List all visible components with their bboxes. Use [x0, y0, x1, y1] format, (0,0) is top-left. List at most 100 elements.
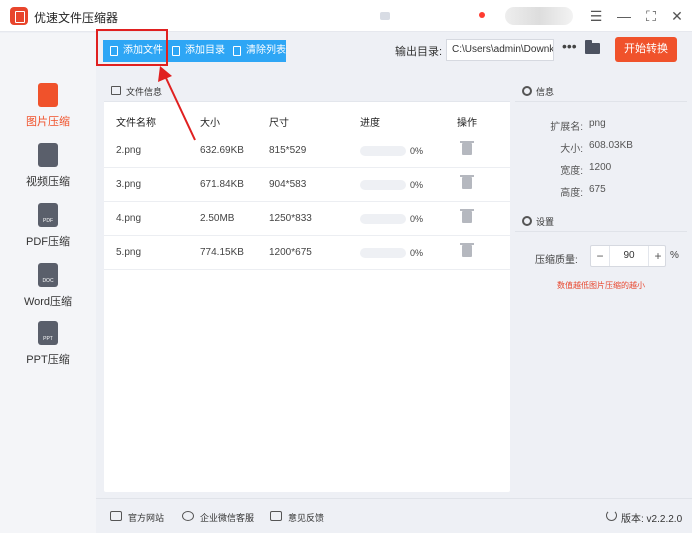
info-label-extension: 扩展名: [550, 122, 583, 133]
progress-bar [360, 248, 406, 258]
sidebar-item-label: 视频压缩 [26, 176, 70, 188]
delete-icon[interactable] [460, 243, 474, 257]
settings-header: 设置 [515, 210, 687, 232]
progress-percent: 0% [410, 146, 424, 156]
version-info[interactable]: 版本: v2.2.2.0 [606, 510, 682, 525]
file-size: 774.15KB [200, 247, 244, 258]
close-icon[interactable]: ✕ [667, 6, 687, 26]
blurred-icon [380, 12, 390, 20]
info-header: 信息 [515, 80, 687, 102]
sidebar-item-pdf-compress[interactable]: PDF PDF压缩 [0, 203, 96, 267]
sidebar-item-label: 图片压缩 [26, 116, 70, 128]
column-header-actions: 操作 [457, 118, 477, 129]
sidebar-item-label: PPT压缩 [26, 354, 70, 366]
file-dimensions: 1250*833 [269, 213, 312, 224]
info-label-height: 高度: [560, 188, 583, 199]
column-header-name: 文件名称 [116, 118, 156, 129]
notification-dot-icon [479, 12, 485, 18]
info-value-size: 608.03KB [589, 140, 633, 151]
ppt-file-icon: PPT [38, 321, 58, 345]
user-account-pill[interactable] [505, 7, 573, 25]
refresh-icon [606, 510, 617, 521]
file-name: 3.png [116, 179, 142, 190]
maximize-icon[interactable]: ⛶ [641, 6, 661, 26]
sidebar-item-image-compress[interactable]: 图片压缩 [0, 83, 96, 147]
column-header-dimensions: 尺寸 [269, 118, 289, 129]
folder-icon [172, 46, 180, 56]
delete-icon[interactable] [460, 141, 474, 155]
sidebar-item-word-compress[interactable]: DOC Word压缩 [0, 263, 96, 327]
file-name: 2.png [116, 145, 142, 156]
quality-input[interactable]: 90 [609, 246, 649, 266]
info-title: 信息 [536, 87, 555, 97]
gear-icon [522, 86, 532, 96]
progress-percent: 0% [410, 180, 424, 190]
trash-icon [233, 46, 241, 56]
settings-title: 设置 [536, 217, 555, 227]
start-convert-button[interactable]: 开始转换 [615, 37, 677, 62]
toolbar: 添加文件 添加目录 清除列表 输出目录: C:\Users\admin\Down… [96, 33, 692, 73]
column-header-size: 大小 [200, 118, 220, 129]
pdf-file-icon: PDF [38, 203, 58, 227]
annotation-highlight-box [96, 29, 168, 66]
info-value-width: 1200 [589, 162, 612, 173]
app-title: 优速文件压缩器 [34, 11, 119, 25]
add-directory-button[interactable]: 添加目录 [165, 40, 226, 62]
file-size: 632.69KB [200, 145, 244, 156]
info-label-size: 大小: [560, 144, 583, 155]
file-dimensions: 815*529 [269, 145, 307, 156]
percent-unit: % [670, 250, 679, 261]
file-dimensions: 904*583 [269, 179, 307, 190]
sidebar-item-ppt-compress[interactable]: PPT PPT压缩 [0, 321, 96, 385]
image-icon [111, 86, 121, 95]
file-panel-title: 文件信息 [126, 87, 163, 97]
quality-label: 压缩质量: [535, 255, 578, 266]
sidebar-item-label: Word压缩 [23, 296, 73, 308]
website-link[interactable]: 官方网站 [110, 511, 164, 524]
table-row[interactable]: 4.png 2.50MB 1250*833 0% [104, 202, 510, 236]
footer: 官方网站 企业微信客服 意见反馈 版本: v2.2.2.0 [96, 498, 692, 533]
delete-icon[interactable] [460, 175, 474, 189]
file-name: 5.png [116, 247, 142, 258]
monitor-icon [110, 511, 122, 521]
more-options-button[interactable]: ••• [562, 38, 577, 54]
file-dimensions: 1200*675 [269, 247, 312, 258]
file-list-panel: 文件信息 文件名称 大小 尺寸 进度 操作 2.png 632.69KB 815… [104, 80, 510, 492]
file-name: 4.png [116, 213, 142, 224]
info-label-width: 宽度: [560, 166, 583, 177]
progress-percent: 0% [410, 248, 424, 258]
hamburger-icon[interactable]: ☰ [586, 6, 606, 26]
decrement-button[interactable]: − [591, 246, 609, 266]
file-size: 671.84KB [200, 179, 244, 190]
delete-icon[interactable] [460, 209, 474, 223]
settings-panel: 设置 压缩质量: − 90 + % 数值越低图片压缩的越小 [515, 210, 687, 492]
progress-bar [360, 146, 406, 156]
word-file-icon: DOC [38, 263, 58, 287]
title-bar: 优速文件压缩器 ☰ — ⛶ ✕ [0, 0, 692, 32]
image-file-icon [38, 83, 58, 107]
info-panel: 信息 扩展名: png 大小: 608.03KB 宽度: 1200 高度: 67… [515, 80, 687, 208]
column-header-progress: 进度 [360, 118, 380, 129]
wechat-support-link[interactable]: 企业微信客服 [182, 511, 254, 524]
open-folder-icon[interactable] [585, 40, 600, 54]
video-file-icon [38, 143, 58, 167]
info-value-extension: png [589, 118, 606, 129]
table-row[interactable]: 5.png 774.15KB 1200*675 0% [104, 236, 510, 270]
quality-hint: 数值越低图片压缩的越小 [557, 281, 645, 290]
file-size: 2.50MB [200, 213, 235, 224]
clear-list-button[interactable]: 清除列表 [226, 40, 286, 62]
output-path-field[interactable]: C:\Users\admin\Downk [446, 39, 554, 61]
progress-bar [360, 180, 406, 190]
table-row[interactable]: 2.png 632.69KB 815*529 0% [104, 134, 510, 168]
output-dir-label: 输出目录: [395, 46, 443, 58]
feedback-link[interactable]: 意见反馈 [270, 511, 324, 524]
sidebar: 图片压缩 视频压缩 PDF PDF压缩 DOC Word压缩 PPT PPT压缩 [0, 33, 96, 533]
app-logo-icon [10, 7, 28, 25]
increment-button[interactable]: + [649, 246, 667, 266]
minimize-icon[interactable]: — [614, 6, 634, 26]
sidebar-item-video-compress[interactable]: 视频压缩 [0, 143, 96, 207]
feedback-icon [270, 511, 282, 521]
progress-percent: 0% [410, 214, 424, 224]
info-value-height: 675 [589, 184, 606, 195]
table-row[interactable]: 3.png 671.84KB 904*583 0% [104, 168, 510, 202]
